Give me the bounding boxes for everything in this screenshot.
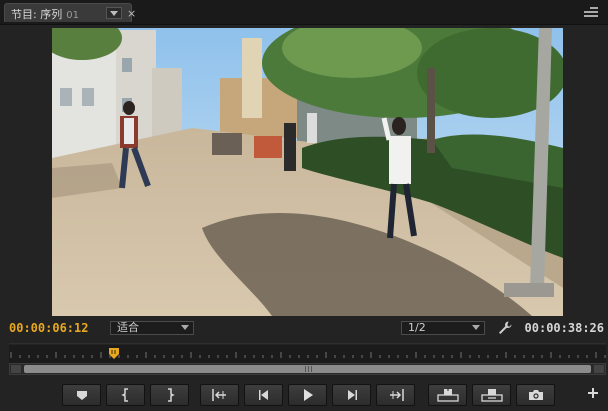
go-to-in-icon — [211, 389, 226, 401]
playback-resolution-select[interactable]: 1/2 — [401, 321, 485, 335]
panel-header: 节目: 序列 01 × — [0, 0, 608, 25]
sequence-dropdown-button[interactable] — [106, 7, 122, 19]
program-video-frame[interactable] — [52, 28, 563, 316]
lift-button[interactable] — [428, 384, 467, 406]
play-icon — [303, 389, 313, 401]
close-icon[interactable]: × — [127, 8, 136, 20]
add-marker-button[interactable] — [62, 384, 101, 406]
step-back-button[interactable] — [244, 384, 283, 406]
time-ruler[interactable] — [9, 343, 606, 364]
plus-icon[interactable] — [585, 385, 601, 401]
zoom-scrollbar[interactable] — [9, 363, 606, 375]
mark-out-button[interactable] — [150, 384, 189, 406]
program-monitor-tab[interactable]: 节目: 序列 01 × — [4, 3, 136, 22]
go-to-out-button[interactable] — [376, 384, 415, 406]
current-timecode[interactable]: 00:00:06:12 — [9, 321, 88, 335]
time-ruler-ticks — [9, 343, 606, 358]
mark-in-button[interactable] — [106, 384, 145, 406]
scrollbar-right-handle[interactable] — [594, 365, 604, 373]
playhead-icon[interactable] — [109, 348, 119, 360]
go-to-out-icon — [389, 389, 404, 401]
tab-title: 节目: 序列 01 — [11, 8, 79, 21]
zoom-level-select[interactable]: 适合 — [110, 321, 194, 335]
step-forward-button[interactable] — [332, 384, 371, 406]
mark-in-icon — [120, 388, 128, 402]
camera-icon — [528, 390, 543, 400]
mark-out-icon — [167, 388, 175, 402]
step-back-icon — [258, 390, 268, 400]
chevron-down-icon — [472, 325, 480, 330]
wrench-icon[interactable] — [497, 320, 513, 336]
panel-menu-icon[interactable] — [584, 6, 598, 18]
monitor-status-row: 00:00:06:12 适合 1/2 00:00:38:26 — [0, 321, 608, 337]
zoom-level-value: 适合 — [117, 321, 139, 334]
step-forward-icon — [347, 390, 357, 400]
marker-icon — [76, 391, 87, 400]
duration-timecode: 00:00:38:26 — [524, 321, 604, 335]
scrollbar-thumb[interactable] — [24, 365, 591, 373]
chevron-down-icon — [181, 325, 189, 330]
video-frame-image — [52, 28, 563, 316]
extract-icon — [480, 389, 503, 402]
playback-resolution-value: 1/2 — [408, 321, 426, 334]
extract-button[interactable] — [472, 384, 511, 406]
go-to-in-button[interactable] — [200, 384, 239, 406]
grip-icon — [304, 366, 312, 372]
transport-controls — [0, 384, 608, 408]
play-button[interactable] — [288, 384, 327, 406]
scrollbar-left-handle[interactable] — [11, 365, 21, 373]
lift-icon — [436, 388, 459, 402]
export-frame-button[interactable] — [516, 384, 555, 406]
